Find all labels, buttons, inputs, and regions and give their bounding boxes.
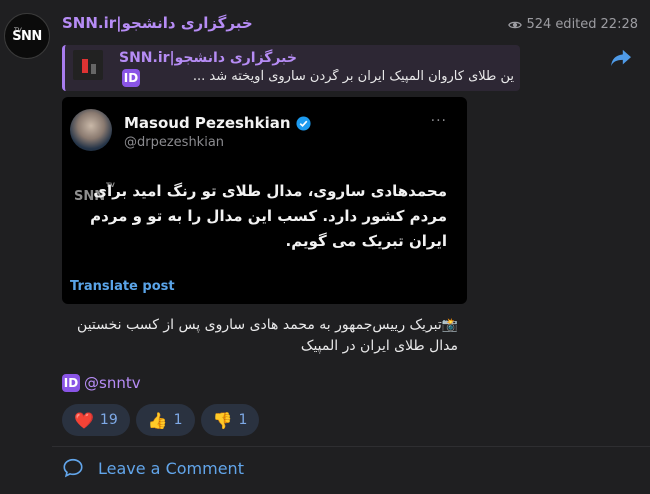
reaction-count: 1 <box>173 412 183 428</box>
eye-icon <box>508 21 523 28</box>
reaction-thumbs-down[interactable]: 👎 1 <box>200 404 260 436</box>
post-author-name: Masoud Pezeshkian <box>124 114 311 132</box>
channel-avatar[interactable]: TV SNN <box>4 13 50 59</box>
reaction-count: 1 <box>238 412 248 428</box>
channel-handle-link[interactable]: @snntv <box>84 374 141 392</box>
message-meta: 524 edited 22:28 <box>508 17 638 32</box>
post-author-avatar <box>70 109 112 151</box>
forward-icon[interactable] <box>610 48 632 68</box>
heart-icon: ❤️ <box>74 410 94 430</box>
camera-icon: 📸 <box>441 318 458 333</box>
leave-comment-label: Leave a Comment <box>98 458 244 478</box>
message-time: 22:28 <box>600 17 638 32</box>
more-options-icon[interactable]: ··· <box>431 113 447 129</box>
reaction-thumbs-up[interactable]: 👍 1 <box>135 404 195 436</box>
verified-badge-icon <box>296 115 311 131</box>
post-author-handle: @drpezeshkian <box>124 135 225 150</box>
reply-thumbnail <box>73 50 103 80</box>
thumbs-down-icon: 👎 <box>212 410 233 430</box>
post-author-name-text: Masoud Pezeshkian <box>124 114 291 132</box>
id-badge-icon: ID <box>62 374 80 392</box>
reaction-heart[interactable]: ❤️ 19 <box>62 404 130 436</box>
reply-preview[interactable]: SNN.ir|خبرگزاری دانشجو ID ین طلای کاروان… <box>62 45 520 91</box>
reply-title: SNN.ir|خبرگزاری دانشجو <box>119 50 297 66</box>
reaction-count: 19 <box>99 412 118 428</box>
edited-label: edited <box>555 17 597 32</box>
avatar-sub: TV <box>14 27 22 34</box>
post-body: محمدهادی ساروی، مدال طلای تو رنگ امید بر… <box>90 182 447 250</box>
caption-text: تبریک رییس‌جمهور به محمد هادی ساروی پس ا… <box>77 317 458 354</box>
reactions-bar: ❤️ 19 👍 1 👎 1 <box>62 404 260 436</box>
view-count: 524 <box>526 17 552 32</box>
leave-comment-button[interactable]: Leave a Comment <box>62 457 244 479</box>
embedded-post[interactable]: Masoud Pezeshkian @drpezeshkian ··· SNN … <box>62 97 467 304</box>
channel-name[interactable]: SNN.ir|خبرگزاری دانشجو <box>62 14 253 32</box>
channel-handle[interactable]: ID @snntv <box>62 374 141 392</box>
thumbs-up-icon: 👍 <box>147 410 168 430</box>
divider <box>52 446 650 447</box>
message-caption: 📸تبریک رییس‌جمهور به محمد هادی ساروی پس … <box>58 315 458 356</box>
translate-post-link[interactable]: Translate post <box>70 279 175 294</box>
reply-text: ین طلای کاروان المپیک ایران بر گردن سارو… <box>192 69 514 84</box>
comment-bubble-icon <box>63 458 83 478</box>
